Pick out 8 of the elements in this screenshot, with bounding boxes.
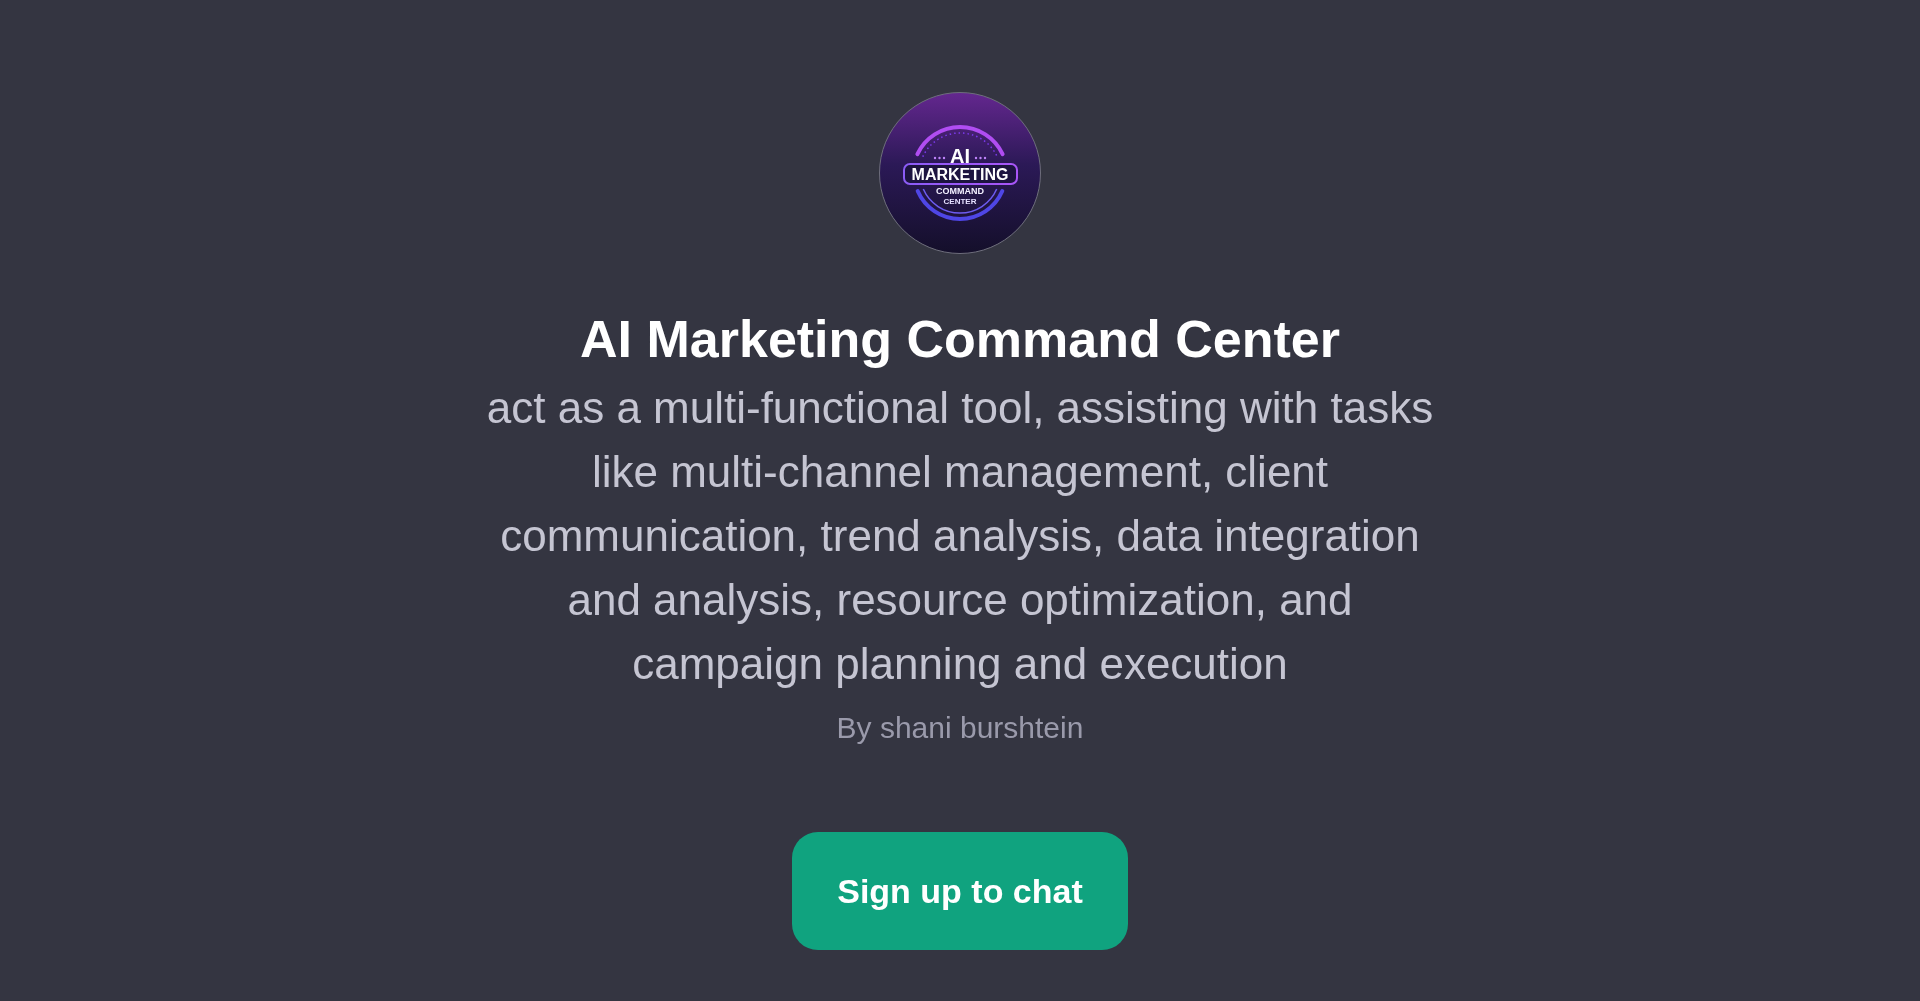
logo-text: CENTER <box>943 197 977 206</box>
logo-text: MARKETING <box>911 166 1009 183</box>
description-text: act as a multi-functional tool, assisting with tasks like multi-channel management, client communication, trend analysis, data integration and analysis, resource optimization, and campaign planning and execution <box>485 382 1435 690</box>
author-text: By shani burshtein <box>836 710 1084 746</box>
logo-text: AI <box>950 145 970 167</box>
sign-up-button[interactable]: Sign up to chat <box>792 832 1128 950</box>
page-title: AI Marketing Command Center <box>580 309 1340 369</box>
logo-text: COMMAND <box>936 186 984 196</box>
